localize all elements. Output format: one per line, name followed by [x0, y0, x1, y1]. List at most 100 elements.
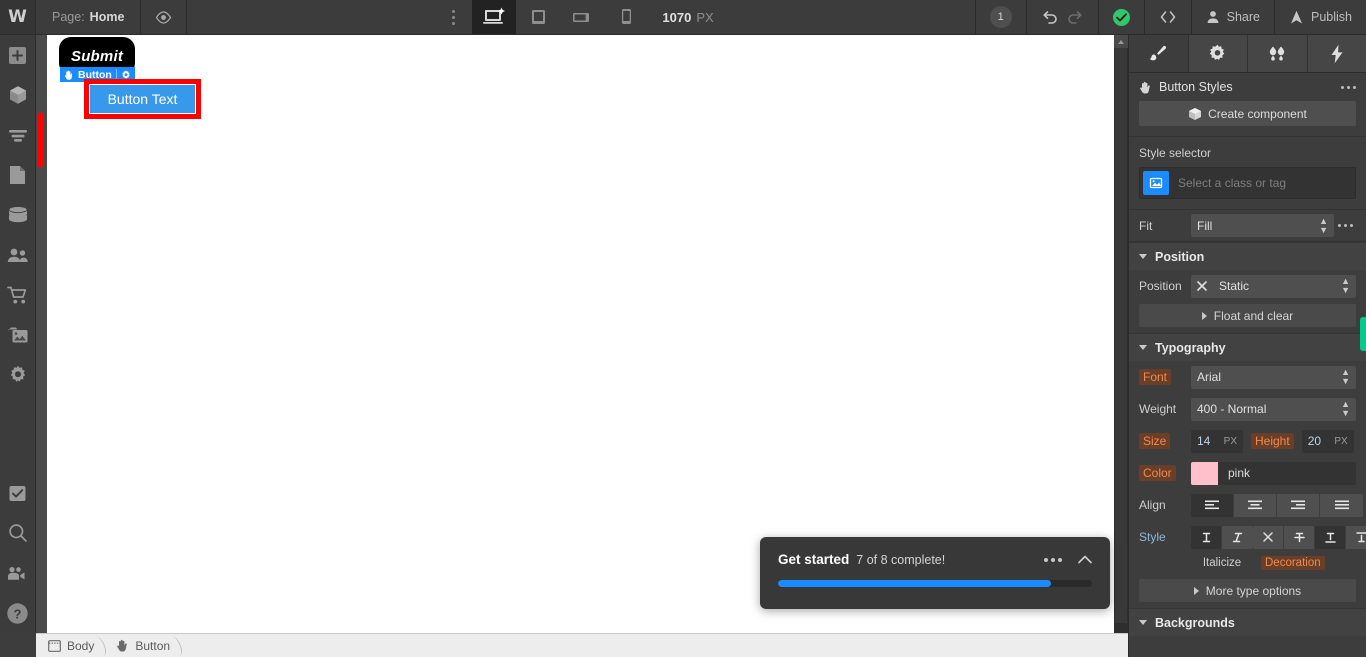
font-label[interactable]: Font	[1139, 369, 1172, 385]
sidebar-item-videos[interactable]	[0, 553, 36, 593]
tab-interactions[interactable]	[1248, 35, 1308, 72]
decoration-overline-button[interactable]	[1346, 525, 1366, 549]
align-justify-button[interactable]	[1320, 493, 1363, 517]
sidebar-item-components[interactable]	[0, 75, 36, 115]
sidebar-item-users[interactable]	[0, 235, 36, 275]
weight-select[interactable]: 400 - Normal ▲ ▼	[1191, 397, 1356, 421]
create-component-button[interactable]: Create component	[1139, 101, 1356, 126]
sidebar-item-pages[interactable]	[0, 155, 36, 195]
style-selector-input[interactable]: Select a class or tag	[1139, 167, 1356, 199]
breadcrumb-item-body[interactable]: Body	[36, 634, 104, 657]
fit-row: Fit Fill ▲ ▼	[1129, 210, 1366, 242]
sidebar-item-navigator[interactable]	[0, 115, 36, 155]
sidebar-item-cms[interactable]	[0, 195, 36, 235]
sidebar-item-add[interactable]	[0, 35, 36, 75]
align-left-button[interactable]	[1191, 493, 1234, 517]
breadcrumb-label-body: Body	[67, 638, 95, 653]
share-button[interactable]: Share	[1190, 0, 1274, 34]
style-panel: Button Styles Create component Style sel…	[1128, 35, 1366, 657]
size-unit: PX	[1223, 435, 1237, 447]
style-normal-button[interactable]	[1191, 525, 1222, 549]
tab-effects[interactable]	[1307, 35, 1366, 72]
fit-more-button[interactable]	[1334, 224, 1356, 227]
size-input[interactable]: 14 PX	[1191, 429, 1243, 453]
hand-cursor-icon	[116, 639, 129, 652]
style-italic-button[interactable]	[1222, 525, 1253, 549]
chevron-updown-icon: ▲ ▼	[1319, 215, 1328, 235]
chevron-updown-icon: ▲ ▼	[1341, 399, 1350, 418]
paintbrush-icon	[1148, 44, 1168, 64]
decoration-sublabel[interactable]: Decoration	[1261, 556, 1325, 570]
settings-gear-icon	[8, 365, 28, 385]
sidebar-item-assets[interactable]	[0, 315, 36, 355]
size-label[interactable]: Size	[1139, 433, 1171, 449]
breadcrumb-item-button[interactable]: Button	[104, 634, 180, 657]
underline-icon	[1324, 531, 1337, 544]
height-label[interactable]: Height	[1251, 433, 1294, 449]
webflow-designer: W Page: Home 1070 PX 1 Share Publish ? S…	[0, 0, 1366, 657]
more-type-options-button[interactable]: More type options	[1139, 579, 1356, 602]
pages-icon	[9, 165, 26, 185]
fit-select[interactable]: Fill ▲ ▼	[1191, 214, 1334, 237]
get-started-card[interactable]: Get started 7 of 8 complete!	[760, 537, 1110, 609]
decoration-strikethrough-button[interactable]	[1284, 525, 1315, 549]
scroll-up-arrow-icon[interactable]	[1114, 35, 1128, 48]
preview-toggle[interactable]	[141, 0, 188, 34]
float-and-clear-label: Float and clear	[1213, 308, 1294, 323]
style-row: Style	[1129, 521, 1366, 553]
decoration-none-button[interactable]	[1253, 525, 1284, 549]
redo-button[interactable]	[1066, 9, 1084, 25]
webflow-logo[interactable]: W	[0, 0, 36, 34]
canvas-options-menu[interactable]	[434, 0, 472, 34]
cms-database-icon	[7, 205, 29, 225]
font-select[interactable]: Arial ▲ ▼	[1191, 365, 1356, 389]
breakpoint-tablet[interactable]	[516, 0, 560, 34]
breakpoint-mobile-landscape[interactable]	[560, 0, 604, 34]
publish-button[interactable]: Publish	[1274, 0, 1366, 34]
tab-settings[interactable]	[1188, 35, 1248, 72]
save-status[interactable]	[1097, 0, 1144, 34]
canvas-scrollbar[interactable]	[1114, 35, 1128, 633]
position-section-title: Position	[1155, 249, 1205, 264]
selected-element-highlight: Button Text	[84, 79, 201, 119]
sidebar-item-audit[interactable]	[0, 473, 36, 513]
mobile-portrait-breakpoint-icon	[618, 7, 634, 27]
tab-style[interactable]	[1129, 35, 1189, 72]
get-started-more-button[interactable]	[1044, 557, 1062, 562]
sidebar-item-help[interactable]: ?	[0, 593, 36, 633]
create-component-label: Create component	[1208, 106, 1307, 121]
chevron-up-icon[interactable]	[1078, 555, 1092, 564]
decoration-underline-button[interactable]	[1315, 525, 1346, 549]
chevron-down-icon	[1139, 620, 1147, 625]
changes-counter[interactable]: 1	[974, 0, 1026, 34]
design-canvas[interactable]: Submit Button Button Text Get started 7 …	[36, 35, 1128, 633]
height-input[interactable]: 20 PX	[1301, 429, 1354, 453]
sidebar-item-search[interactable]	[0, 513, 36, 553]
position-select[interactable]: Static ▲ ▼	[1191, 274, 1356, 298]
typography-section-header[interactable]: Typography	[1129, 333, 1366, 361]
style-selector-placeholder: Select a class or tag	[1178, 176, 1287, 190]
code-export-button[interactable]	[1143, 0, 1191, 34]
undo-button[interactable]	[1041, 9, 1059, 25]
canvas-left-gutter	[36, 35, 47, 633]
color-label[interactable]: Color	[1139, 465, 1176, 481]
float-and-clear-button[interactable]: Float and clear	[1139, 304, 1356, 327]
sidebar-item-settings[interactable]	[0, 355, 36, 395]
x-clear-icon[interactable]	[1197, 281, 1207, 291]
page-selector[interactable]: Page: Home	[36, 0, 142, 34]
breakpoint-mobile-portrait[interactable]	[604, 0, 648, 34]
position-section-header[interactable]: Position	[1129, 242, 1366, 270]
sidebar-item-ecommerce[interactable]	[0, 275, 36, 315]
scrollbar-thumb[interactable]	[1115, 48, 1127, 623]
color-input[interactable]: pink	[1191, 461, 1356, 485]
gear-icon[interactable]	[121, 69, 131, 80]
align-right-button[interactable]	[1277, 493, 1320, 517]
align-center-button[interactable]	[1234, 493, 1277, 517]
breakpoint-desktop[interactable]	[472, 0, 517, 34]
fit-value: Fill	[1197, 218, 1213, 233]
style-panel-more-button[interactable]	[1341, 85, 1356, 89]
backgrounds-section-header[interactable]: Backgrounds	[1129, 608, 1366, 636]
button-element[interactable]: Button Text	[89, 84, 196, 114]
color-swatch[interactable]	[1191, 461, 1218, 485]
